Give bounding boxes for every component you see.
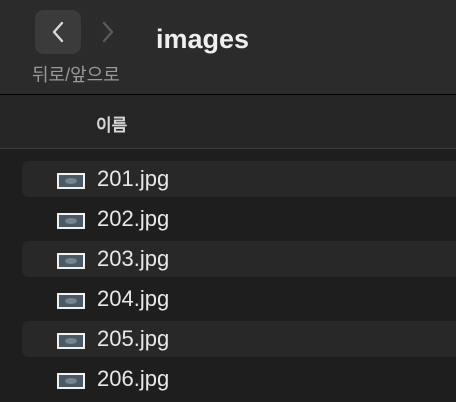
chevron-left-icon — [52, 21, 64, 43]
file-name: 206.jpg — [97, 366, 170, 391]
list-item[interactable]: 204.jpg — [22, 281, 456, 317]
image-thumbnail-icon — [57, 213, 85, 229]
toolbar: 뒤로/앞으로 images — [0, 0, 456, 95]
column-header: 이름 — [0, 95, 456, 149]
partial-list-item: · · · — [0, 149, 456, 159]
file-name: 202.jpg — [97, 206, 170, 231]
file-name: 204.jpg — [97, 286, 170, 311]
forward-button[interactable] — [85, 10, 131, 54]
image-thumbnail-icon — [57, 373, 85, 389]
list-item[interactable]: 202.jpg — [22, 201, 456, 237]
image-thumbnail-icon — [57, 293, 85, 309]
chevron-right-icon — [102, 21, 114, 43]
window-title: images — [156, 24, 250, 54]
file-name: 205.jpg — [97, 326, 170, 351]
file-name: 201.jpg — [97, 166, 170, 191]
list-item[interactable]: 201.jpg — [22, 161, 456, 197]
list-item[interactable]: 205.jpg — [22, 321, 456, 357]
back-button[interactable] — [35, 10, 81, 54]
image-thumbnail-icon — [57, 333, 85, 349]
image-thumbnail-icon — [57, 253, 85, 269]
finder-window: 뒤로/앞으로 images 이름 · · · 201.jpg 202.jpg 2… — [0, 0, 456, 402]
name-column-header[interactable]: 이름 — [96, 111, 127, 136]
back-forward-label: 뒤로/앞으로 — [32, 65, 120, 85]
list-item[interactable]: 206.jpg — [22, 361, 456, 397]
back-forward-control — [33, 10, 129, 54]
image-thumbnail-icon — [57, 173, 85, 189]
list-item[interactable]: 203.jpg — [22, 241, 456, 277]
file-list: · · · 201.jpg 202.jpg 203.jpg 204.jpg 20… — [0, 149, 456, 402]
file-name: 203.jpg — [97, 246, 170, 271]
